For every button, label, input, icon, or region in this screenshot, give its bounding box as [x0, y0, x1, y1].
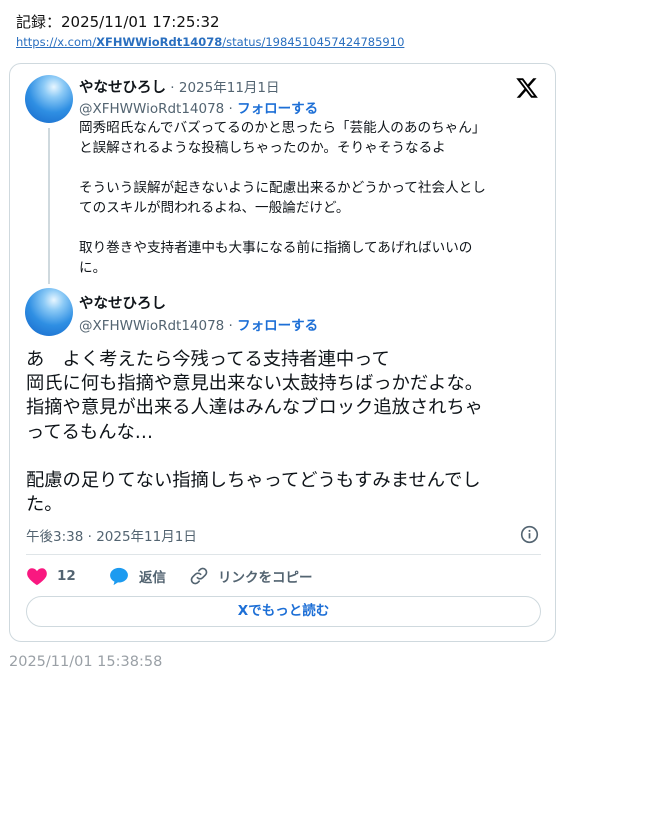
status-link[interactable]: https://x.com/XFHWWioRdt14078/status/198…: [16, 35, 404, 49]
main-author-name[interactable]: やなせひろし: [79, 292, 166, 313]
info-icon[interactable]: [520, 525, 539, 544]
copy-link-button[interactable]: リンクをコピー: [189, 564, 313, 588]
copy-link-label: リンクをコピー: [218, 570, 313, 586]
quoted-handle: @XFHWWioRdt14078 ·: [79, 101, 238, 117]
record-header: 記録：2025/11/01 17:25:32: [16, 13, 220, 31]
read-more-button[interactable]: Xでもっと読む: [26, 596, 541, 627]
quoted-date: · 2025年11月1日: [166, 80, 280, 96]
main-handle: @XFHWWioRdt14078 ·: [79, 318, 238, 334]
quoted-text: 岡秀昭氏なんでバズってるのかと思ったら「芸能人のあのちゃん」 と誤解されるような…: [79, 120, 486, 276]
reply-bubble-icon: [110, 567, 128, 586]
link-icon: [190, 567, 208, 585]
post-timestamp[interactable]: 午後3:38 · 2025年11月1日: [26, 525, 197, 545]
thread-line: [48, 128, 50, 284]
status-link-suffix: /status/1984510457424785910: [222, 35, 405, 49]
quoted-handle-row: @XFHWWioRdt14078 · フォローする: [79, 97, 318, 117]
quoted-avatar[interactable]: [25, 75, 73, 123]
quoted-author-name: やなせひろし: [79, 80, 166, 96]
capture-time: 2025/11/01 15:38:58: [9, 654, 163, 670]
reply-label: 返信: [139, 570, 166, 586]
main-follow-button[interactable]: フォローする: [237, 318, 318, 334]
status-link-user: XFHWWioRdt14078: [96, 35, 223, 49]
quoted-author[interactable]: やなせひろし · 2025年11月1日: [79, 76, 280, 97]
main-handle-row: @XFHWWioRdt14078 · フォローする: [79, 314, 318, 334]
like-count: 12: [57, 568, 76, 584]
status-link-prefix: https://x.com/: [16, 35, 97, 49]
main-avatar[interactable]: [25, 288, 73, 336]
heart-icon: [27, 568, 47, 586]
quoted-follow-button[interactable]: フォローする: [237, 101, 318, 117]
embedded-post-card: やなせひろし · 2025年11月1日 @XFHWWioRdt14078 · フ…: [9, 63, 556, 642]
like-button[interactable]: 12: [26, 564, 76, 588]
x-logo-icon[interactable]: [515, 76, 539, 100]
reply-button[interactable]: 返信: [108, 564, 166, 588]
main-text: あ よく考えたら今残ってる支持者連中って 岡氏に何も指摘や意見出来ない太鼓持ちば…: [26, 349, 484, 516]
divider: [26, 554, 541, 555]
